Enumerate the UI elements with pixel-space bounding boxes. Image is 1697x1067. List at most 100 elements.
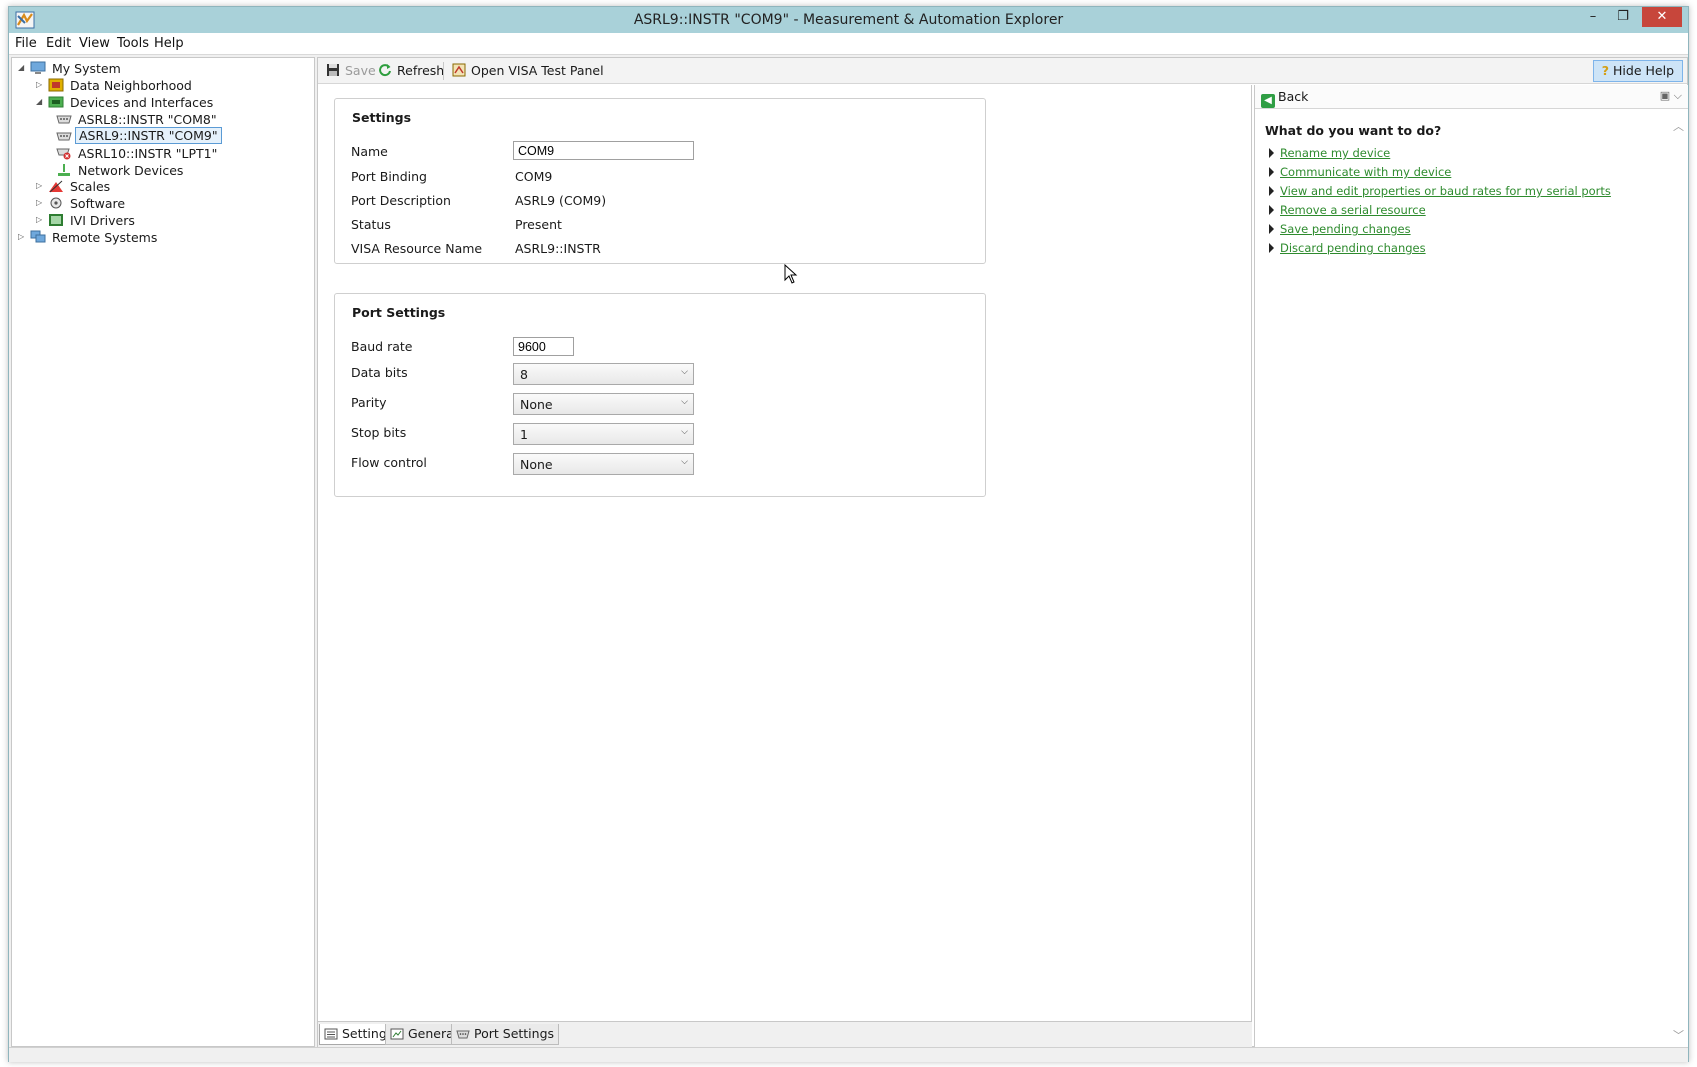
tree-item-label: Network Devices	[78, 163, 184, 178]
baud-rate-field[interactable]	[513, 337, 574, 356]
scroll-down-icon[interactable]: ﹀	[1673, 1027, 1684, 1043]
bottom-tab-bar: Settings General Port Settings	[318, 1021, 1252, 1047]
port-binding-label: Port Binding	[351, 169, 427, 184]
hide-help-label: Hide Help	[1613, 63, 1674, 78]
configuration-tree: ◢ My System ▷ Data Neighborhood ◢ Device…	[11, 57, 315, 1047]
hide-help-button[interactable]: ? Hide Help	[1592, 60, 1683, 82]
bullet-triangle-icon	[1269, 148, 1274, 158]
expand-arrow-icon[interactable]: ▷	[36, 80, 46, 89]
menu-help[interactable]: Help	[154, 36, 184, 51]
flow-control-label: Flow control	[351, 455, 427, 470]
save-icon	[327, 64, 339, 76]
help-link-communicate[interactable]: Communicate with my device	[1269, 165, 1451, 179]
status-bar	[9, 1047, 1688, 1062]
tree-item-label: My System	[52, 61, 121, 76]
bullet-triangle-icon	[1269, 205, 1274, 215]
stop-bits-label: Stop bits	[351, 425, 407, 440]
devices-icon	[48, 96, 64, 108]
collapse-arrow-icon[interactable]: ◢	[36, 97, 46, 106]
help-header: ◀ Back ▣ ⌵	[1255, 85, 1688, 109]
refresh-button[interactable]: Refresh	[378, 63, 444, 78]
menu-tools[interactable]: Tools	[117, 36, 149, 51]
parity-select[interactable]: None ⌵	[513, 393, 694, 415]
collapse-arrow-icon[interactable]: ◢	[18, 63, 28, 72]
stop-bits-value: 1	[520, 427, 528, 442]
port-settings-group: Port Settings Baud rate Data bits 8 ⌵ Pa…	[334, 293, 986, 497]
name-field[interactable]	[513, 141, 694, 160]
help-link-label: View and edit properties or baud rates f…	[1280, 184, 1611, 198]
tab-port-settings[interactable]: Port Settings	[451, 1024, 560, 1045]
help-link-label: Rename my device	[1280, 146, 1391, 160]
settings-title: Settings	[352, 110, 412, 125]
visa-resource-name-value: ASRL9::INSTR	[515, 241, 601, 256]
help-heading: What do you want to do?	[1265, 123, 1442, 138]
port-description-label: Port Description	[351, 193, 451, 208]
help-options-icon[interactable]: ▣ ⌵	[1660, 89, 1682, 103]
expand-arrow-icon[interactable]: ▷	[36, 181, 46, 190]
port-settings-title: Port Settings	[352, 305, 446, 320]
help-link-discard[interactable]: Discard pending changes	[1269, 241, 1426, 255]
back-button[interactable]: ◀ Back	[1261, 89, 1308, 108]
menu-bar: File Edit View Tools Help	[9, 33, 1688, 55]
stop-bits-select[interactable]: 1 ⌵	[513, 423, 694, 445]
close-button[interactable]: ✕	[1642, 7, 1682, 27]
data-bits-value: 8	[520, 367, 528, 382]
mouse-pointer-icon	[784, 264, 798, 284]
network-icon	[58, 164, 70, 176]
data-bits-select[interactable]: 8 ⌵	[513, 363, 694, 385]
bullet-triangle-icon	[1269, 224, 1274, 234]
refresh-label: Refresh	[397, 63, 445, 78]
tree-item-label: Remote Systems	[52, 230, 158, 245]
serial-port-icon	[56, 132, 72, 141]
expand-arrow-icon[interactable]: ▷	[36, 198, 46, 207]
expand-arrow-icon[interactable]: ▷	[18, 232, 28, 241]
back-label: Back	[1278, 89, 1309, 104]
settings-group: Settings Name Port Binding COM9 Port Des…	[334, 98, 986, 264]
save-label: Save	[345, 63, 376, 78]
visa-resource-name-label: VISA Resource Name	[351, 241, 483, 256]
bullet-triangle-icon	[1269, 243, 1274, 253]
main-pane: Save Refresh Open VISA Test Panel ? Hide…	[317, 57, 1688, 1047]
help-link-save[interactable]: Save pending changes	[1269, 222, 1411, 236]
open-visa-test-panel-button[interactable]: Open VISA Test Panel	[452, 63, 604, 78]
status-label: Status	[351, 217, 391, 232]
tree-item-label: ASRL10::INSTR "LPT1"	[78, 146, 218, 161]
chevron-down-icon: ⌵	[681, 427, 688, 437]
tab-general-label: General	[408, 1026, 458, 1041]
expand-arrow-icon[interactable]: ▷	[36, 215, 46, 224]
general-tab-icon	[390, 1028, 404, 1040]
data-bits-label: Data bits	[351, 365, 408, 380]
tree-item-label: ASRL9::INSTR "COM9"	[75, 127, 222, 144]
flow-control-select[interactable]: None ⌵	[513, 453, 694, 475]
parity-label: Parity	[351, 395, 387, 410]
refresh-icon	[379, 64, 391, 77]
ivi-icon	[49, 214, 63, 226]
open-visa-label: Open VISA Test Panel	[471, 63, 604, 78]
window-title: ASRL9::INSTR "COM9" - Measurement & Auto…	[633, 12, 1064, 28]
scales-icon	[49, 180, 63, 193]
tree-item-label: Data Neighborhood	[70, 78, 192, 93]
help-link-view-edit[interactable]: View and edit properties or baud rates f…	[1269, 184, 1611, 198]
menu-view[interactable]: View	[79, 36, 110, 51]
help-link-remove[interactable]: Remove a serial resource	[1269, 203, 1426, 217]
bullet-triangle-icon	[1269, 167, 1274, 177]
help-link-label: Remove a serial resource	[1280, 203, 1426, 217]
remote-systems-icon	[30, 230, 46, 243]
port-description-value: ASRL9 (COM9)	[515, 193, 607, 208]
tree-item-label: Scales	[70, 179, 111, 194]
status-value: Present	[515, 217, 562, 232]
menu-edit[interactable]: Edit	[46, 36, 71, 51]
serial-port-error-icon	[56, 148, 71, 160]
help-link-rename[interactable]: Rename my device	[1269, 146, 1390, 160]
data-neighborhood-icon	[48, 78, 64, 92]
settings-tab-icon	[324, 1028, 338, 1040]
help-pane: ◀ Back ▣ ⌵ ︿ What do you want to do? Rena…	[1254, 85, 1688, 1047]
name-label: Name	[351, 144, 388, 159]
help-link-label: Save pending changes	[1280, 222, 1411, 236]
save-button[interactable]: Save	[326, 63, 376, 78]
menu-file[interactable]: File	[15, 36, 37, 51]
chevron-down-icon: ⌵	[681, 457, 688, 467]
minimize-button[interactable]: –	[1578, 7, 1608, 29]
maximize-button[interactable]: ❐	[1608, 7, 1638, 29]
scroll-up-icon[interactable]: ︿	[1673, 118, 1684, 134]
